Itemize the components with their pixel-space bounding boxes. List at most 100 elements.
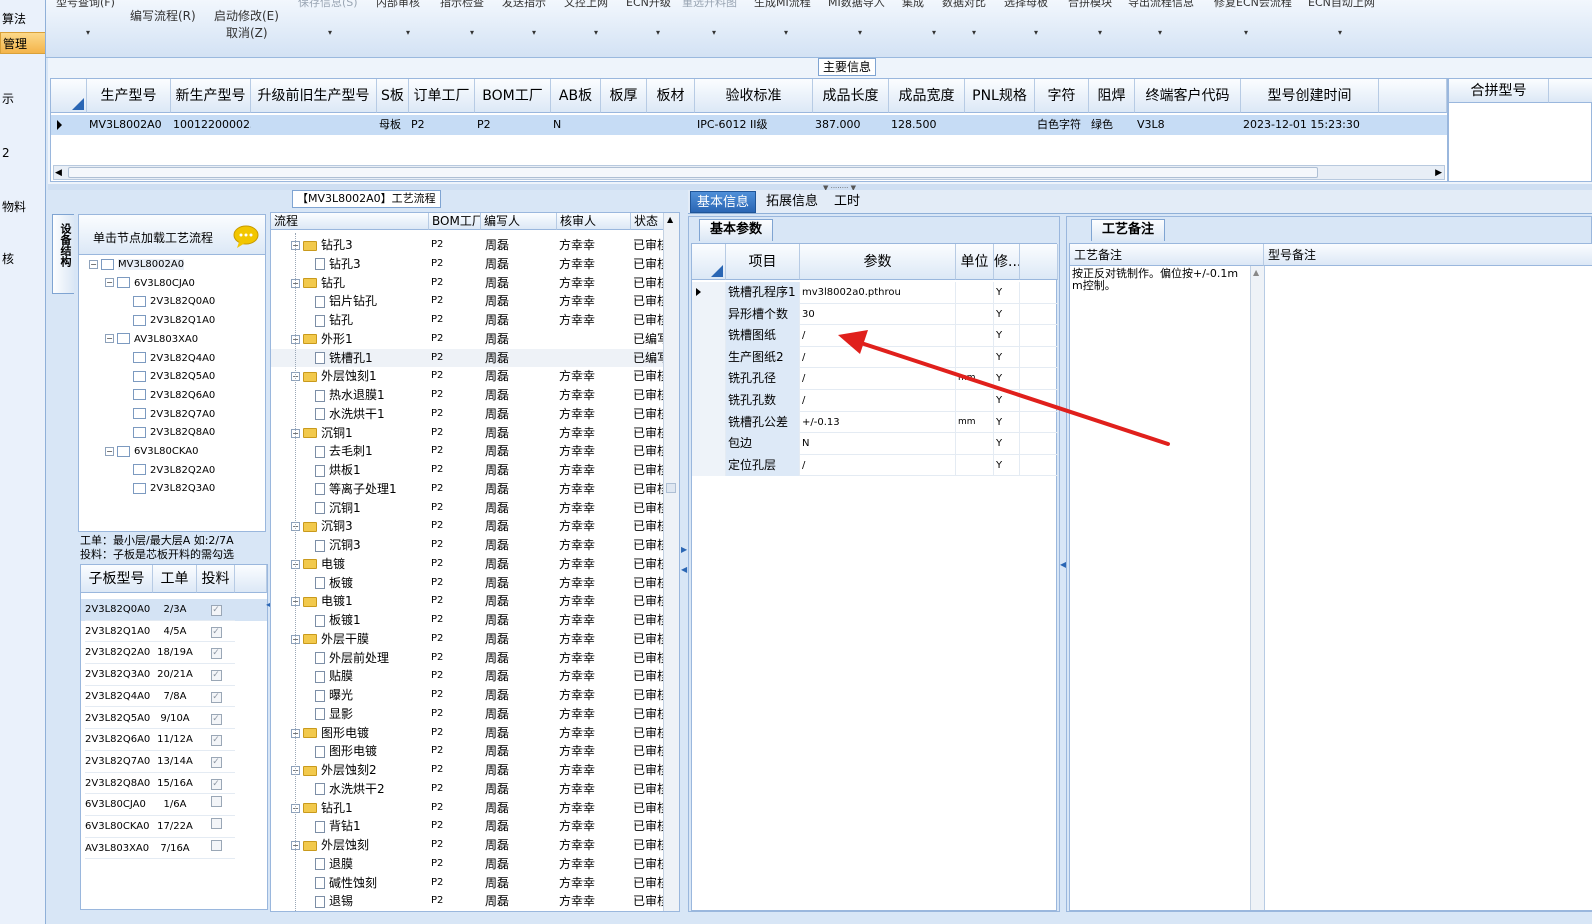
params-row[interactable]: 铣槽孔程序1 mv3l8002a0.pthrou Y bbox=[692, 282, 1058, 304]
workflow-row[interactable]: 退锡 P2 周磊 方幸幸 已审核 bbox=[271, 892, 663, 911]
nav-item-2[interactable] bbox=[0, 58, 45, 80]
workflow-row[interactable]: 水洗烘干2 P2 周磊 方幸幸 已审核 bbox=[271, 780, 663, 799]
sub-order-cell[interactable]: 1/6A bbox=[153, 794, 197, 816]
params-header-0[interactable]: 项目 bbox=[726, 244, 800, 280]
workflow-header-0[interactable]: 流程 bbox=[271, 213, 429, 230]
toolbar-button-1[interactable]: 保存信息(S) bbox=[298, 0, 358, 10]
toolbar-dropdown-icon[interactable]: ▾ bbox=[656, 28, 660, 37]
main-info-header-16[interactable]: 型号创建时间 bbox=[1241, 79, 1379, 113]
sub-grid-header-1[interactable]: 工单 bbox=[153, 565, 197, 593]
sub-grid-row[interactable]: 2V3L82Q0A0 2/3A ✓ bbox=[81, 599, 267, 621]
workflow-row[interactable]: −图形电镀P2 周磊 方幸幸 已审核 bbox=[271, 724, 663, 743]
mid-splitter-arrow-icon[interactable]: ▶ ◀ bbox=[681, 540, 687, 580]
toolbar-dropdown-icon[interactable]: ▾ bbox=[932, 28, 936, 37]
workflow-row[interactable]: 铣槽孔1 P2 周磊 已编写 bbox=[271, 348, 663, 368]
workflow-row[interactable]: 沉铜3 P2 周磊 方幸幸 已审核 bbox=[271, 536, 663, 555]
toolbar-button-12[interactable]: 选择母板 bbox=[1004, 0, 1048, 10]
workflow-scroll-thumb[interactable] bbox=[666, 483, 676, 493]
sub-grid-row[interactable]: 2V3L82Q7A0 13/14A ✓ bbox=[81, 751, 267, 773]
main-info-header-11[interactable]: 成品宽度 bbox=[889, 79, 965, 113]
toolbar-dropdown-icon[interactable]: ▾ bbox=[712, 28, 716, 37]
collapse-icon[interactable]: − bbox=[105, 446, 114, 456]
nav-item-8[interactable] bbox=[0, 222, 45, 244]
main-info-header-0[interactable]: 生产型号 bbox=[87, 79, 171, 113]
main-info-header-8[interactable]: 板材 bbox=[647, 79, 695, 113]
workflow-row[interactable]: 沉铜1 P2 周磊 方幸幸 已审核 bbox=[271, 499, 663, 518]
toolbar-dropdown-icon[interactable]: ▾ bbox=[86, 28, 90, 37]
workflow-row[interactable]: −沉铜1P2 周磊 方幸幸 已审核 bbox=[271, 424, 663, 443]
tree-node[interactable]: 2V3L82Q8A0 bbox=[121, 425, 215, 441]
sub-grid-row[interactable]: 2V3L82Q4A0 7/8A ✓ bbox=[81, 686, 267, 708]
nav-item-4[interactable] bbox=[0, 118, 45, 140]
workflow-row[interactable]: 板镀1 P2 周磊 方幸幸 已审核 bbox=[271, 611, 663, 630]
tree-node[interactable]: 2V3L82Q0A0 bbox=[121, 294, 215, 310]
main-info-header-4[interactable]: 订单工厂 bbox=[409, 79, 475, 113]
scroll-right-icon[interactable]: ▶ bbox=[1435, 168, 1442, 178]
scroll-thumb[interactable] bbox=[68, 167, 1318, 178]
params-row[interactable]: 铣孔孔数 / Y bbox=[692, 390, 1058, 412]
params-value-cell[interactable]: mv3l8002a0.pthrou bbox=[800, 282, 956, 304]
params-row[interactable]: 铣孔孔径 / mm Y bbox=[692, 368, 1058, 390]
workflow-row[interactable]: 钻孔3 P2 周磊 方幸幸 已审核 bbox=[271, 255, 663, 274]
sub-order-cell[interactable]: 17/22A bbox=[153, 816, 197, 838]
nav-item-7[interactable]: 物料 bbox=[0, 196, 45, 218]
feed-checkbox[interactable] bbox=[210, 839, 222, 851]
collapse-icon[interactable]: − bbox=[105, 278, 114, 288]
params-value-cell[interactable]: / bbox=[800, 390, 956, 412]
params-row[interactable]: 生产图纸2/ Y bbox=[692, 346, 1058, 369]
toolbar-dropdown-icon[interactable]: ▾ bbox=[972, 28, 976, 37]
main-info-header-9[interactable]: 验收标准 bbox=[695, 79, 813, 113]
workflow-header-3[interactable]: 核审人 bbox=[557, 213, 631, 230]
params-value-cell[interactable]: N bbox=[800, 433, 956, 455]
workflow-row[interactable]: 铝片钻孔 P2 周磊 方幸幸 已审核 bbox=[271, 292, 663, 311]
params-header-1[interactable]: 参数 bbox=[800, 244, 956, 280]
nav-item-5[interactable]: 2 bbox=[0, 142, 45, 164]
sub-grid-row[interactable]: AV3L803XA0 7/16A bbox=[81, 838, 267, 860]
start-edit-button[interactable]: 启动修改(E) bbox=[214, 7, 279, 24]
model-remark-area[interactable] bbox=[1264, 266, 1592, 910]
params-row[interactable]: 异形槽个数 30 Y bbox=[692, 303, 1058, 326]
toolbar-dropdown-icon[interactable]: ▾ bbox=[406, 28, 410, 37]
remark-vscroll[interactable]: ▲ bbox=[1250, 266, 1264, 910]
workflow-vscroll[interactable]: ▲ bbox=[663, 213, 679, 911]
feed-checkbox[interactable]: ✓ bbox=[210, 605, 222, 616]
tree-node[interactable]: 2V3L82Q7A0 bbox=[121, 407, 215, 423]
sub-order-cell[interactable]: 4/5A bbox=[153, 621, 197, 643]
workflow-header-4[interactable]: 状态 bbox=[631, 213, 665, 230]
toolbar-button-14[interactable]: 导出流程信息 bbox=[1128, 0, 1194, 10]
scroll-up-icon[interactable]: ▲ bbox=[667, 215, 673, 224]
workflow-row[interactable]: −外层蚀刻1P2 周磊 方幸幸 已审核 bbox=[271, 367, 663, 386]
main-info-header-15[interactable]: 终端客户代码 bbox=[1135, 79, 1241, 113]
toolbar-dropdown-icon[interactable]: ▾ bbox=[470, 28, 474, 37]
workflow-row[interactable]: −沉铜3P2 周磊 方幸幸 已审核 bbox=[271, 517, 663, 536]
workflow-row[interactable]: 热水退膜1 P2 周磊 方幸幸 已审核 bbox=[271, 386, 663, 405]
process-remark-text[interactable]: 按正反对铣制作。偏位按+/-0.1mm控制。 bbox=[1072, 268, 1248, 292]
workflow-row[interactable]: −外形1P2 周磊 已编写 bbox=[271, 330, 663, 349]
cancel-edit-button[interactable]: 取消(Z) bbox=[226, 24, 268, 41]
workflow-row[interactable]: −钻孔P2 周磊 方幸幸 已审核 bbox=[271, 274, 663, 293]
feed-checkbox[interactable]: ✓ bbox=[210, 713, 222, 725]
workflow-row[interactable]: 碱性蚀刻 P2 周磊 方幸幸 已审核 bbox=[271, 874, 663, 893]
toolbar-button-3[interactable]: 指示检查 bbox=[440, 0, 484, 10]
remarks-tab[interactable]: 工艺备注 bbox=[1091, 219, 1166, 241]
params-header-3[interactable]: 修... bbox=[994, 244, 1020, 280]
toolbar-dropdown-icon[interactable]: ▾ bbox=[1338, 28, 1342, 37]
feed-checkbox[interactable]: ✓ bbox=[210, 778, 222, 790]
toolbar-button-16[interactable]: ECN自动上网 bbox=[1308, 0, 1375, 10]
scroll-left-icon[interactable]: ◀ bbox=[55, 168, 62, 178]
detail-tab-0[interactable]: 基本信息 bbox=[690, 191, 757, 213]
sub-grid-header-2[interactable]: 投料 bbox=[197, 565, 235, 593]
sub-order-cell[interactable]: 2/3A bbox=[153, 599, 197, 621]
toolbar-button-7[interactable]: 重选开料图 bbox=[682, 0, 737, 10]
toolbar-button-2[interactable]: 内部审核 bbox=[376, 0, 420, 10]
workflow-row[interactable]: −电镀P2 周磊 方幸幸 已审核 bbox=[271, 555, 663, 574]
toolbar-dropdown-icon[interactable]: ▾ bbox=[594, 28, 598, 37]
feed-checkbox[interactable]: ✓ bbox=[210, 691, 222, 703]
feed-checkbox[interactable]: ✓ bbox=[210, 670, 222, 682]
detail-tab-2[interactable]: 工时 bbox=[828, 191, 866, 213]
workflow-row[interactable]: 去毛刺1 P2 周磊 方幸幸 已审核 bbox=[271, 442, 663, 461]
sub-order-cell[interactable]: 9/10A bbox=[153, 708, 197, 730]
sub-grid-row[interactable]: 6V3L80CJA0 1/6A bbox=[81, 794, 267, 816]
toolbar-button-6[interactable]: ECN升级 bbox=[626, 0, 671, 10]
main-info-header-13[interactable]: 字符 bbox=[1035, 79, 1089, 113]
